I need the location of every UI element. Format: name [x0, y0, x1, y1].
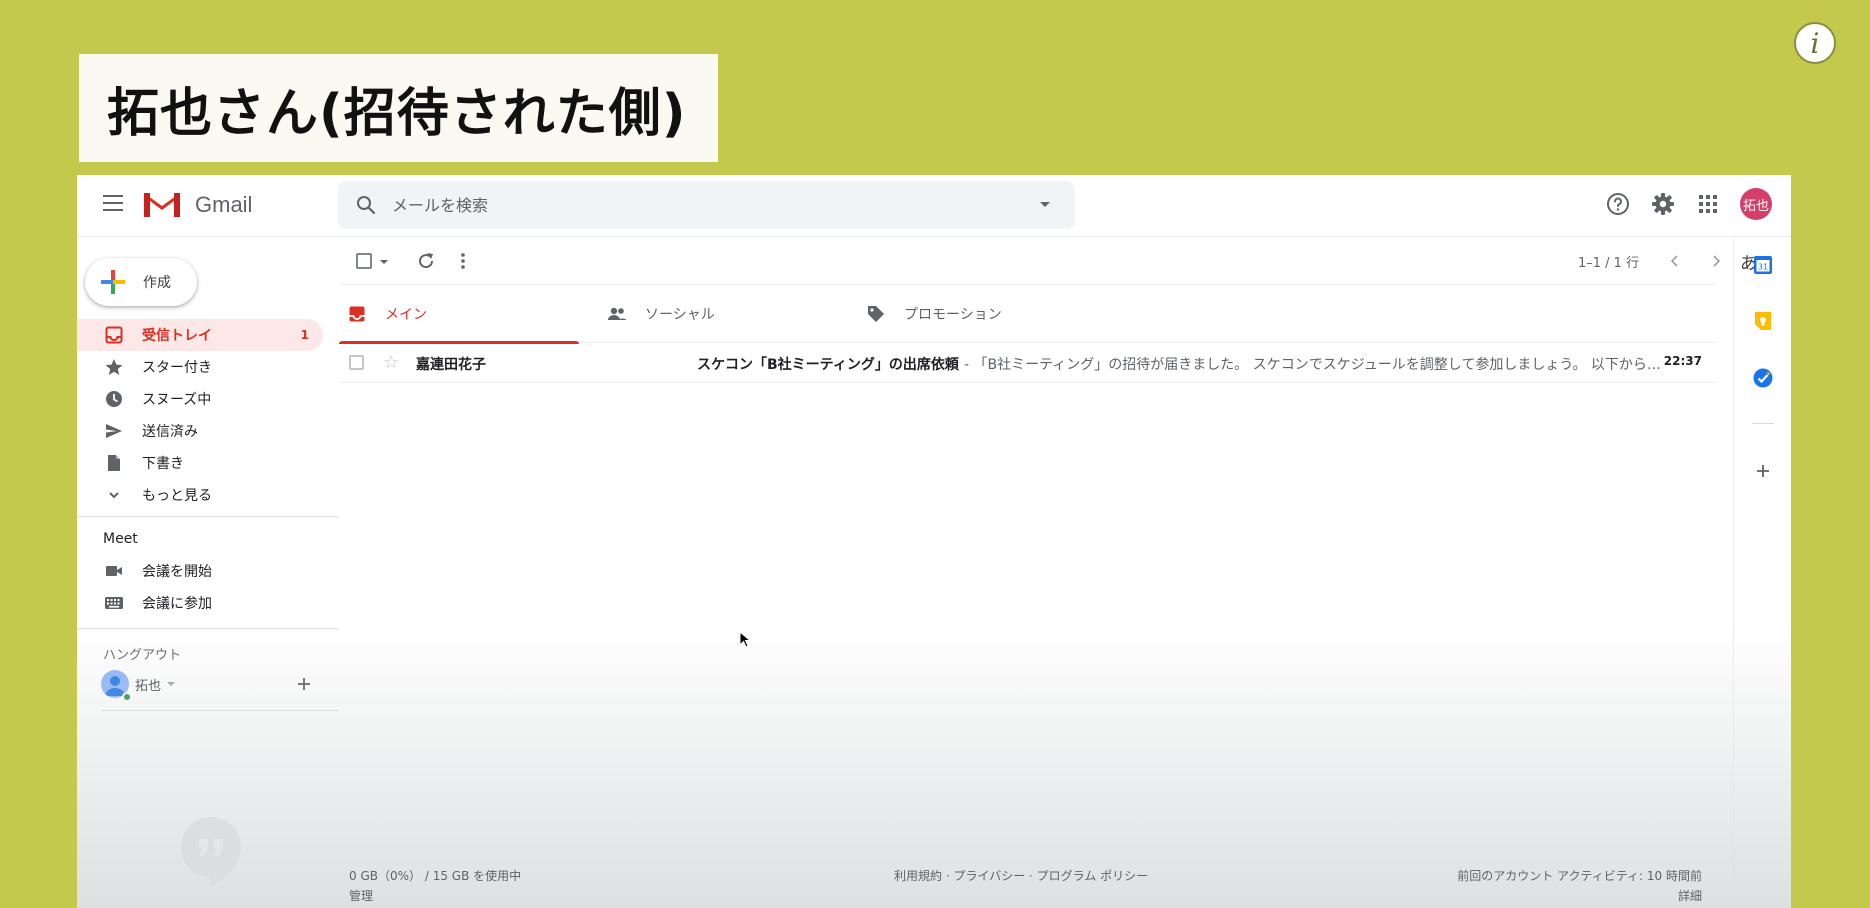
email-snippet: - 「B社ミーティング」の招待が届きました。 スケコンでスケジュールを調整して参… — [964, 357, 1661, 373]
chevron-down-icon — [104, 485, 124, 505]
online-status-icon — [122, 692, 132, 702]
sidebar-item-drafts[interactable]: 下書き — [77, 447, 323, 479]
refresh-icon[interactable] — [416, 251, 436, 271]
divider — [77, 516, 339, 517]
list-toolbar: 1–1 / 1 行 あ — [339, 237, 1771, 285]
gmail-logo-icon[interactable] — [142, 189, 182, 219]
tab-label: プロモーション — [904, 307, 1002, 323]
tab-label: ソーシャル — [645, 307, 715, 323]
tag-icon — [866, 304, 886, 324]
tab-label: メイン — [385, 307, 427, 323]
caret-down-icon — [167, 682, 176, 686]
add-contact-icon[interactable] — [295, 675, 313, 693]
top-header: Gmail メールを検索 拓也 — [77, 175, 1791, 237]
mouse-pointer-icon — [739, 631, 752, 648]
send-icon — [104, 421, 124, 441]
meet-item-label: 会議に参加 — [142, 596, 212, 612]
people-icon — [607, 304, 627, 324]
sidebar-item-inbox[interactable]: 受信トレイ 1 — [77, 319, 323, 351]
settings-gear-icon[interactable] — [1650, 191, 1676, 217]
sidebar-item-label: 送信済み — [142, 424, 198, 440]
star-icon — [104, 357, 124, 377]
divider — [101, 710, 339, 711]
email-subject: スケコン「B社ミーティング」の出席依頼 — [697, 357, 959, 373]
keyboard-icon — [104, 593, 124, 613]
more-vert-icon[interactable] — [458, 251, 468, 271]
email-row[interactable]: ☆ 嘉連田花子 スケコン「B社ミーティング」の出席依頼 - 「B社ミーティング」… — [339, 343, 1717, 383]
select-options-icon[interactable] — [380, 260, 388, 264]
star-outline-icon[interactable]: ☆ — [383, 352, 399, 373]
account-avatar[interactable]: 拓也 — [1740, 188, 1772, 220]
inbox-icon — [347, 304, 367, 324]
search-icon[interactable] — [356, 195, 376, 215]
compose-plus-icon — [101, 270, 125, 294]
caption-text: 拓也さん(招待された側) — [107, 83, 687, 144]
get-addons-plus-icon[interactable] — [1752, 460, 1774, 482]
email-row-checkbox[interactable] — [349, 355, 364, 370]
app-name: Gmail — [195, 192, 253, 217]
calendar-day: 31 — [1758, 263, 1768, 272]
prev-page-icon[interactable] — [1665, 251, 1685, 271]
divider — [1752, 423, 1774, 424]
meet-item-label: 会議を開始 — [142, 564, 212, 580]
bottom-fade — [77, 625, 1791, 908]
category-tabs: メイン ソーシャル プロモーション — [339, 285, 1717, 344]
search-input[interactable] — [392, 191, 1012, 219]
draft-icon — [104, 453, 124, 473]
video-camera-icon — [104, 561, 124, 581]
tasks-icon[interactable] — [1752, 367, 1774, 389]
info-button[interactable]: i — [1794, 22, 1836, 64]
calendar-icon[interactable]: 31 — [1752, 254, 1774, 276]
compose-label: 作成 — [143, 275, 171, 291]
main-menu-icon[interactable] — [103, 195, 123, 211]
search-options-icon[interactable] — [1040, 202, 1050, 207]
tab-social[interactable]: ソーシャル — [599, 285, 839, 343]
inbox-icon — [104, 325, 124, 345]
activity-details-link[interactable]: 詳細 — [1678, 887, 1702, 904]
hangouts-user[interactable]: 拓也 — [101, 670, 176, 698]
side-panel: 31 — [1733, 237, 1791, 908]
sidebar-item-sent[interactable]: 送信済み — [77, 415, 323, 447]
policy-links[interactable]: 利用規約 · プライバシー · プログラム ポリシー — [894, 867, 1148, 884]
hangouts-user-name: 拓也 — [135, 678, 162, 694]
sidebar-item-label: 受信トレイ — [142, 328, 212, 344]
hangouts-quote-icon — [181, 817, 241, 887]
sidebar-item-snoozed[interactable]: スヌーズ中 — [77, 383, 323, 415]
email-time: 22:37 — [1663, 354, 1702, 368]
search-bar[interactable] — [338, 181, 1075, 229]
sidebar-item-label: 下書き — [142, 456, 184, 472]
manage-storage-link[interactable]: 管理 — [349, 887, 373, 904]
compose-button[interactable]: 作成 — [85, 258, 197, 306]
hangouts-section-title: ハングアウト — [103, 648, 182, 663]
unread-count: 1 — [300, 328, 309, 342]
sidebar-nav: 受信トレイ 1 スター付き スヌーズ中 送信済み 下書き もっと見る — [77, 319, 323, 511]
avatar-text: 拓也 — [1742, 198, 1769, 214]
gmail-window: Gmail メールを検索 拓也 作成 受信トレイ 1 スター付き スヌーズ中 送… — [77, 175, 1791, 908]
info-icon: i — [1810, 26, 1820, 60]
sidebar-item-label: スター付き — [142, 360, 212, 376]
next-page-icon[interactable] — [1706, 251, 1726, 271]
storage-usage: 0 GB（0%） / 15 GB を使用中 — [349, 869, 522, 883]
clock-icon — [104, 389, 124, 409]
sidebar-item-label: もっと見る — [142, 488, 212, 504]
video-caption: 拓也さん(招待された側) — [79, 54, 718, 162]
email-sender: 嘉連田花子 — [416, 357, 486, 373]
sidebar-item-more[interactable]: もっと見る — [77, 479, 323, 511]
meet-section-title: Meet — [103, 531, 138, 547]
help-icon[interactable] — [1605, 191, 1631, 217]
tab-promotions[interactable]: プロモーション — [858, 285, 1098, 343]
meet-start-meeting[interactable]: 会議を開始 — [77, 555, 323, 587]
apps-grid-icon[interactable] — [1695, 191, 1721, 217]
meet-nav: 会議を開始 会議に参加 — [77, 555, 323, 619]
sidebar-item-starred[interactable]: スター付き — [77, 351, 323, 383]
tab-primary[interactable]: メイン — [339, 285, 579, 344]
sidebar-item-label: スヌーズ中 — [142, 392, 212, 408]
last-activity: 前回のアカウント アクティビティ: 10 時間前 — [1457, 869, 1702, 883]
pagination-text: 1–1 / 1 行 — [1578, 256, 1640, 271]
meet-join-meeting[interactable]: 会議に参加 — [77, 587, 323, 619]
keep-icon[interactable] — [1752, 310, 1774, 332]
select-all-checkbox[interactable] — [356, 253, 372, 269]
divider — [77, 628, 339, 629]
